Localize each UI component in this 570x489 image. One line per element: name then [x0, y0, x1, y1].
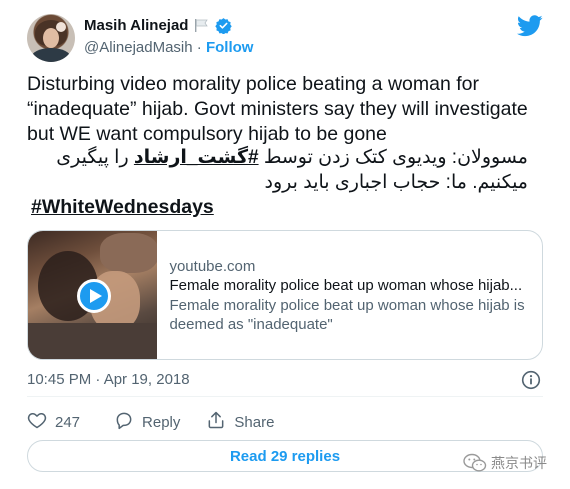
heart-icon [27, 410, 47, 434]
play-icon[interactable] [77, 279, 111, 313]
separator-dot: · [196, 39, 202, 56]
tweet-text-persian-line2: میکنیم. ما: حجاب اجباری باید برود [264, 172, 528, 193]
tweet-embed: Masih Alinejad @AlinejadMasih · Follow D… [0, 0, 570, 489]
verified-badge-icon [215, 17, 233, 35]
follow-button[interactable]: Follow [206, 39, 254, 56]
author-name[interactable]: Masih Alinejad [84, 17, 188, 34]
reply-label: Reply [142, 413, 181, 431]
wechat-icon [463, 453, 487, 473]
twitter-bird-icon[interactable] [517, 15, 543, 37]
watermark-text: 燕京书评 [491, 455, 547, 471]
info-icon[interactable] [521, 370, 541, 390]
tweet-timestamp[interactable]: 10:45 PM · Apr 19, 2018 [27, 371, 190, 388]
video-thumbnail[interactable] [28, 231, 158, 359]
persian-hashtag-link[interactable]: #گشت_ارشاد [134, 147, 259, 168]
like-count: 247 [55, 413, 81, 431]
reply-icon [114, 410, 134, 434]
avatar[interactable] [27, 14, 75, 62]
share-button[interactable]: Share [206, 410, 274, 434]
divider [27, 396, 543, 397]
author-name-row: Masih Alinejad [84, 17, 233, 35]
tweet-text: Disturbing video morality police beating… [27, 73, 528, 145]
persian-text-part1: مسوولان: ویدیوی کتک زدن توسط [258, 147, 528, 168]
hashtag-link[interactable]: #WhiteWednesdays [31, 196, 214, 219]
link-description: Female morality police beat up woman who… [169, 296, 525, 333]
white-flag-icon [194, 19, 209, 32]
action-bar: 247 Reply Share [27, 410, 274, 434]
tweet-text-persian-line1: مسوولان: ویدیوی کتک زدن توسط #گشت_ارشاد … [56, 146, 528, 170]
persian-text-part2: را پیگیری [56, 147, 134, 168]
like-button[interactable]: 247 [27, 410, 80, 434]
author-handle[interactable]: @AlinejadMasih [84, 39, 193, 56]
link-domain: youtube.com [169, 257, 256, 275]
author-handle-row: @AlinejadMasih · Follow [84, 39, 253, 56]
link-info: youtube.com Female morality police beat … [157, 231, 542, 359]
link-title[interactable]: Female morality police beat up woman who… [169, 276, 530, 296]
share-label: Share [234, 413, 275, 431]
link-preview-card[interactable]: youtube.com Female morality police beat … [27, 230, 543, 360]
watermark: 燕京书评 [463, 453, 547, 473]
share-icon [206, 410, 226, 434]
reply-button[interactable]: Reply [114, 410, 180, 434]
